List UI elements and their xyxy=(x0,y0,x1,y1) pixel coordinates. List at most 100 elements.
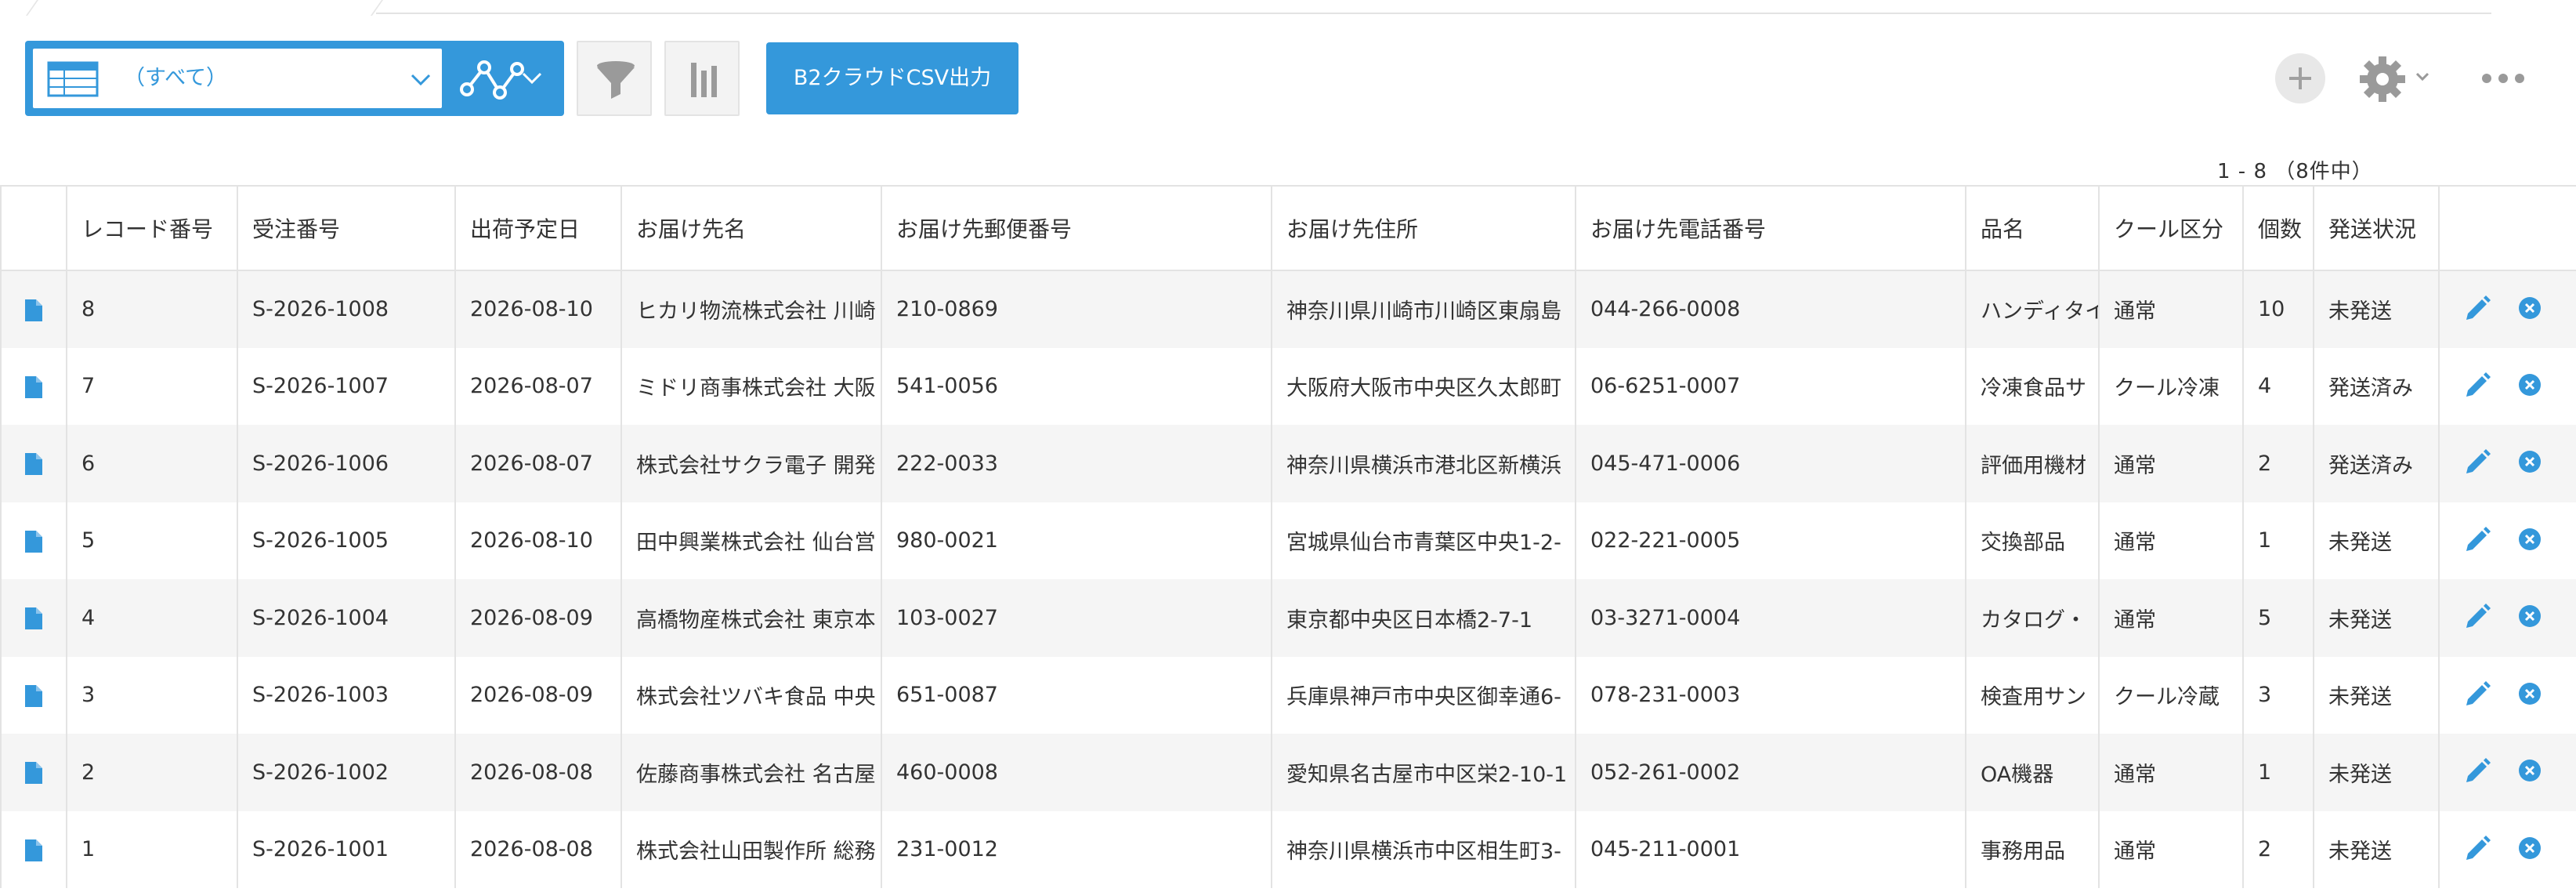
cell-cool-type: 通常 xyxy=(2098,270,2243,348)
delete-icon[interactable] xyxy=(2518,604,2542,628)
cell-record-number: 6 xyxy=(66,425,237,502)
document-icon xyxy=(25,530,42,553)
record-detail-link[interactable] xyxy=(0,347,67,425)
view-selected-label: （すべて） xyxy=(124,66,228,90)
column-header-address[interactable]: お届け先住所 xyxy=(1271,185,1576,271)
cell-cool-type: 通常 xyxy=(2098,502,2243,579)
edit-pencil-icon[interactable] xyxy=(2463,448,2491,477)
cell-item-name: 評価用機材 xyxy=(1965,425,2099,502)
column-header-actions xyxy=(2438,185,2576,271)
chart-button[interactable] xyxy=(664,41,740,116)
cell-order-number: S-2026-1003 xyxy=(237,656,455,734)
record-detail-link[interactable] xyxy=(0,502,67,579)
cell-postal-code: 980-0021 xyxy=(881,502,1272,579)
edit-pencil-icon[interactable] xyxy=(2463,603,2491,631)
chevron-down-icon xyxy=(411,74,431,86)
column-header-postal-code[interactable]: お届け先郵便番号 xyxy=(881,185,1272,271)
gear-icon[interactable] xyxy=(2358,55,2407,103)
cell-record-number: 3 xyxy=(66,656,237,734)
filter-button[interactable] xyxy=(577,41,652,116)
row-actions xyxy=(2438,425,2576,502)
add-record-button[interactable] xyxy=(2275,53,2325,103)
column-header-ship-date[interactable]: 出荷予定日 xyxy=(454,185,621,271)
graph-chevron-down-icon[interactable] xyxy=(519,66,545,91)
delete-icon[interactable] xyxy=(2518,836,2542,860)
cell-order-number: S-2026-1004 xyxy=(237,579,455,657)
cell-cool-type: 通常 xyxy=(2098,810,2243,888)
cell-quantity: 4 xyxy=(2242,347,2314,425)
column-header-quantity[interactable]: 個数 xyxy=(2242,185,2314,271)
cell-order-number: S-2026-1001 xyxy=(237,810,455,888)
column-header-order-number[interactable]: 受注番号 xyxy=(237,185,455,271)
column-header-item-name[interactable]: 品名 xyxy=(1965,185,2099,271)
edit-pencil-icon[interactable] xyxy=(2463,835,2491,863)
document-icon xyxy=(25,839,42,861)
cell-cool-type: 通常 xyxy=(2098,734,2243,811)
cell-order-number: S-2026-1002 xyxy=(237,734,455,811)
filter-icon xyxy=(597,61,635,99)
delete-icon[interactable] xyxy=(2518,373,2542,397)
cell-item-name: 事務用品 xyxy=(1965,810,2099,888)
cell-postal-code: 651-0087 xyxy=(881,656,1272,734)
cell-ship-date: 2026-08-07 xyxy=(454,347,621,425)
delete-icon[interactable] xyxy=(2518,759,2542,782)
table-row: 2 S-2026-1002 2026-08-08 佐藤商事株式会社 名古屋 46… xyxy=(0,734,2576,811)
cell-quantity: 5 xyxy=(2242,579,2314,657)
cell-ship-date: 2026-08-10 xyxy=(454,270,621,348)
cell-postal-code: 541-0056 xyxy=(881,347,1272,425)
cell-recipient-name: 高橋物産株式会社 東京本 xyxy=(620,579,881,657)
more-options-icon[interactable] xyxy=(2480,71,2526,86)
cell-item-name: OA機器 xyxy=(1965,734,2099,811)
cell-ship-status: 発送済み xyxy=(2313,425,2439,502)
record-detail-link[interactable] xyxy=(0,425,67,502)
cell-address: 東京都中央区日本橋2-7-1 xyxy=(1271,579,1576,657)
cell-phone: 06-6251-0007 xyxy=(1575,347,1966,425)
table-row: 5 S-2026-1005 2026-08-10 田中興業株式会社 仙台営 98… xyxy=(0,502,2576,579)
cell-record-number: 2 xyxy=(66,734,237,811)
view-selector[interactable]: （すべて） xyxy=(25,41,564,116)
cell-quantity: 3 xyxy=(2242,656,2314,734)
column-header-recipient-name[interactable]: お届け先名 xyxy=(620,185,881,271)
record-detail-link[interactable] xyxy=(0,810,67,888)
cell-ship-date: 2026-08-08 xyxy=(454,810,621,888)
cell-cool-type: 通常 xyxy=(2098,425,2243,502)
cell-phone: 078-231-0003 xyxy=(1575,656,1966,734)
cell-item-name: 交換部品 xyxy=(1965,502,2099,579)
record-detail-link[interactable] xyxy=(0,656,67,734)
edit-pencil-icon[interactable] xyxy=(2463,372,2491,400)
row-actions xyxy=(2438,579,2576,657)
document-icon xyxy=(25,762,42,785)
delete-icon[interactable] xyxy=(2518,528,2542,551)
edit-pencil-icon[interactable] xyxy=(2463,757,2491,785)
record-detail-link[interactable] xyxy=(0,734,67,811)
record-detail-link[interactable] xyxy=(0,579,67,657)
cell-cool-type: 通常 xyxy=(2098,579,2243,657)
column-header-phone[interactable]: お届け先電話番号 xyxy=(1575,185,1966,271)
view-dropdown[interactable]: （すべて） xyxy=(33,49,442,108)
cell-ship-status: 未発送 xyxy=(2313,502,2439,579)
record-detail-link[interactable] xyxy=(0,270,67,348)
row-actions xyxy=(2438,347,2576,425)
column-header-cool-type[interactable]: クール区分 xyxy=(2098,185,2243,271)
document-icon xyxy=(25,453,42,476)
column-header-ship-status[interactable]: 発送状況 xyxy=(2313,185,2439,271)
cell-quantity: 2 xyxy=(2242,425,2314,502)
edit-pencil-icon[interactable] xyxy=(2463,295,2491,323)
column-header-record-number[interactable]: レコード番号 xyxy=(66,185,237,271)
settings-chevron-down-icon[interactable] xyxy=(2415,69,2430,85)
b2-csv-export-button[interactable]: B2クラウドCSV出力 xyxy=(766,42,1018,114)
edit-pencil-icon[interactable] xyxy=(2463,526,2491,554)
table-header-row: レコード番号 受注番号 出荷予定日 お届け先名 お届け先郵便番号 お届け先住所 … xyxy=(0,185,2576,271)
delete-icon[interactable] xyxy=(2518,296,2542,320)
document-icon xyxy=(25,684,42,707)
edit-pencil-icon[interactable] xyxy=(2463,680,2491,709)
cell-recipient-name: 株式会社山田製作所 総務 xyxy=(620,810,881,888)
cell-phone: 045-211-0001 xyxy=(1575,810,1966,888)
column-header-detail xyxy=(0,185,67,271)
delete-icon[interactable] xyxy=(2518,450,2542,473)
cell-address: 神奈川県横浜市中区相生町3- xyxy=(1271,810,1576,888)
row-actions xyxy=(2438,656,2576,734)
delete-icon[interactable] xyxy=(2518,682,2542,705)
graph-icon[interactable] xyxy=(459,58,525,100)
cell-phone: 022-221-0005 xyxy=(1575,502,1966,579)
